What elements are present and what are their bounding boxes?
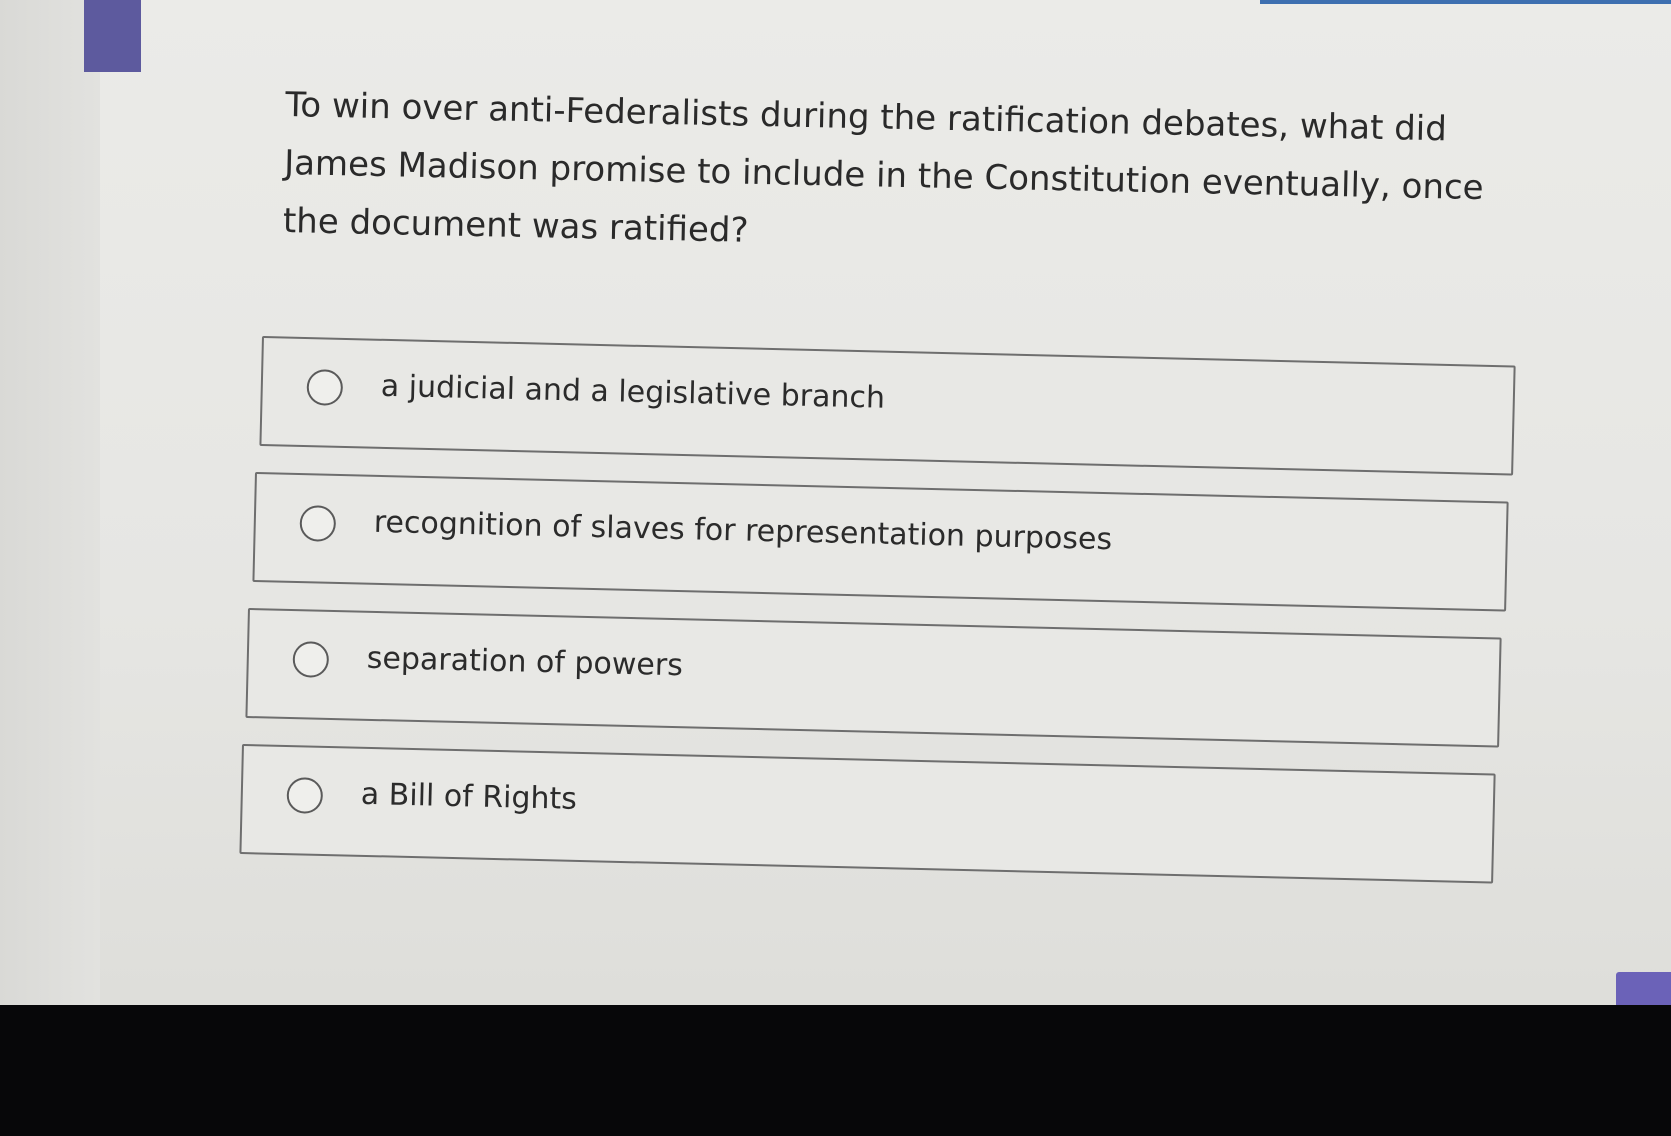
answer-option-label: recognition of slaves for representation… — [373, 504, 1113, 558]
answer-option-label: a judicial and a legislative branch — [380, 368, 886, 416]
answer-option-2[interactable]: recognition of slaves for representation… — [252, 472, 1509, 612]
radio-button-icon[interactable] — [292, 641, 330, 678]
radio-button-icon[interactable] — [286, 777, 324, 814]
answer-option-label: a Bill of Rights — [360, 776, 578, 817]
quiz-screen: To win over anti-Federalists during the … — [0, 0, 1671, 1005]
radio-button-icon[interactable] — [306, 369, 344, 406]
header-accent-block — [84, 0, 141, 72]
answer-option-1[interactable]: a judicial and a legislative branch — [259, 336, 1516, 476]
left-gutter — [0, 0, 100, 1005]
next-button[interactable] — [1616, 972, 1671, 1005]
radio-button-icon[interactable] — [299, 505, 337, 542]
header-accent-line — [1260, 0, 1671, 4]
answer-option-4[interactable]: a Bill of Rights — [239, 744, 1496, 884]
question-text: To win over anti-Federalists during the … — [282, 84, 1485, 251]
answer-option-label: separation of powers — [366, 640, 684, 684]
answer-option-3[interactable]: separation of powers — [245, 608, 1502, 748]
monitor-bezel — [0, 1005, 1671, 1136]
